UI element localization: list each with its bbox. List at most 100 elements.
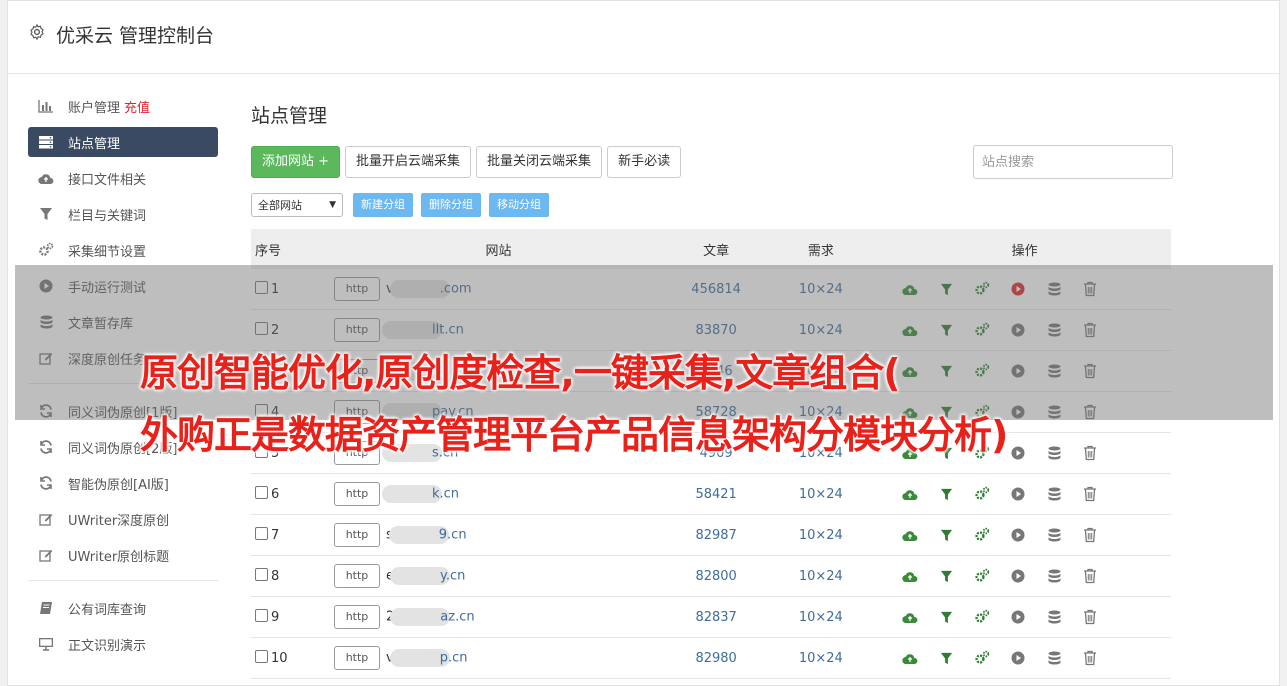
protocol-badge[interactable]: http bbox=[334, 523, 380, 547]
cloud-upload-icon[interactable] bbox=[902, 527, 918, 543]
cogs-icon[interactable] bbox=[974, 609, 990, 625]
demand-value[interactable]: 10×24 bbox=[763, 637, 879, 679]
header-ops: 操作 bbox=[878, 229, 1171, 269]
site-cell: http2az.cn bbox=[328, 596, 669, 638]
play-icon[interactable] bbox=[1010, 486, 1026, 502]
article-count[interactable]: 58421 bbox=[668, 473, 764, 515]
row-checkbox[interactable] bbox=[255, 527, 268, 540]
row-checkbox[interactable] bbox=[255, 650, 268, 663]
database-icon[interactable] bbox=[1046, 568, 1062, 584]
site-cell: http k.cn bbox=[328, 473, 669, 515]
batch-open-cloud-button[interactable]: 批量开启云端采集 bbox=[345, 146, 472, 178]
database-icon[interactable] bbox=[1046, 650, 1062, 666]
play-icon[interactable] bbox=[1010, 527, 1026, 543]
protocol-badge[interactable]: http bbox=[334, 646, 380, 670]
filter-icon[interactable] bbox=[938, 609, 954, 625]
trash-icon[interactable] bbox=[1082, 486, 1098, 502]
site-domain[interactable]: 9.cn bbox=[439, 528, 467, 543]
trash-icon[interactable] bbox=[1082, 527, 1098, 543]
demand-value[interactable]: 10×24 bbox=[763, 555, 879, 597]
cloud-upload-icon[interactable] bbox=[902, 568, 918, 584]
play-icon[interactable] bbox=[1010, 650, 1026, 666]
move-group-button[interactable]: 移动分组 bbox=[489, 193, 549, 217]
play-icon[interactable] bbox=[1010, 609, 1026, 625]
protocol-badge[interactable]: http bbox=[334, 482, 380, 506]
ops-cell bbox=[878, 473, 1171, 515]
trash-icon[interactable] bbox=[1082, 609, 1098, 625]
add-site-button[interactable]: 添加网站 + bbox=[251, 146, 341, 178]
sidebar-item-account[interactable]: 账户管理 充值 bbox=[28, 91, 218, 121]
row-checkbox[interactable] bbox=[255, 609, 268, 622]
play-icon[interactable] bbox=[1010, 568, 1026, 584]
sidebar-item-label: 公有词库查询 bbox=[68, 602, 147, 618]
filter-icon[interactable] bbox=[938, 527, 954, 543]
gear-icon[interactable] bbox=[28, 23, 46, 41]
demand-value[interactable]: 10×24 bbox=[763, 473, 879, 515]
table-row: 7 https9.cn8298710×24 bbox=[251, 514, 1171, 556]
trash-icon[interactable] bbox=[1082, 650, 1098, 666]
article-count[interactable]: 82987 bbox=[668, 514, 764, 556]
recharge-link[interactable]: 充值 bbox=[124, 97, 150, 116]
row-checkbox[interactable] bbox=[255, 486, 268, 499]
filter-icon[interactable] bbox=[938, 486, 954, 502]
sidebar-item-columns-keywords[interactable]: 栏目与关键词 bbox=[28, 199, 218, 229]
cogs-icon[interactable] bbox=[974, 527, 990, 543]
filter-icon[interactable] bbox=[938, 568, 954, 584]
article-count[interactable]: 82980 bbox=[668, 637, 764, 679]
sidebar-item-label: 正文识别演示 bbox=[68, 638, 147, 654]
sidebar-item-uwriter-deep[interactable]: UWriter深度原创 bbox=[28, 504, 218, 534]
site-domain[interactable]: k.cn bbox=[432, 487, 459, 502]
ops-cell bbox=[878, 555, 1171, 597]
beginner-guide-button[interactable]: 新手必读 bbox=[607, 146, 682, 178]
cloud-upload-icon[interactable] bbox=[902, 650, 918, 666]
article-count[interactable]: 82800 bbox=[668, 555, 764, 597]
top-bar: 优采云 管理控制台 bbox=[8, 1, 1279, 74]
bar-chart-icon bbox=[38, 98, 54, 114]
database-icon[interactable] bbox=[1046, 486, 1062, 502]
demand-value[interactable]: 10×24 bbox=[763, 514, 879, 556]
protocol-badge[interactable]: http bbox=[334, 564, 380, 588]
table-row: 6 http k.cn 58421 10×24 bbox=[251, 473, 1171, 515]
header-index: 序号 bbox=[251, 229, 328, 269]
sidebar-item-collect-settings[interactable]: 采集细节设置 bbox=[28, 235, 218, 265]
protocol-badge[interactable]: http bbox=[334, 605, 380, 629]
row-index: 7 bbox=[271, 528, 280, 543]
sidebar-item-label: UWriter深度原创 bbox=[68, 513, 170, 529]
sidebar-item-site-management[interactable]: 站点管理 bbox=[28, 127, 218, 157]
cogs-icon[interactable] bbox=[974, 486, 990, 502]
sidebar-item-ai-rewrite[interactable]: 智能伪原创[AI版] bbox=[28, 468, 218, 498]
server-icon bbox=[38, 134, 54, 150]
cogs-icon[interactable] bbox=[974, 568, 990, 584]
batch-close-cloud-button[interactable]: 批量关闭云端采集 bbox=[476, 146, 603, 178]
table-row: 8 httpey.cn8280010×24 bbox=[251, 555, 1171, 597]
monitor-icon bbox=[38, 636, 54, 652]
site-search-input[interactable] bbox=[973, 145, 1173, 179]
delete-group-button[interactable]: 删除分组 bbox=[421, 193, 481, 217]
new-group-button[interactable]: 新建分组 bbox=[353, 193, 413, 217]
filter-icon[interactable] bbox=[938, 650, 954, 666]
cloud-upload-icon[interactable] bbox=[902, 486, 918, 502]
database-icon[interactable] bbox=[1046, 609, 1062, 625]
row-index-cell: 9 bbox=[251, 596, 328, 638]
site-domain[interactable]: az.cn bbox=[440, 610, 474, 625]
promo-banner: 原创智能优化,原创度检查,一键采集,文章组合( 外购正是数据资产管理平台产品信息… bbox=[140, 342, 1190, 466]
site-domain[interactable]: p.cn bbox=[440, 651, 468, 666]
sidebar-item-label: UWriter原创标题 bbox=[68, 549, 170, 565]
ops-cell bbox=[878, 596, 1171, 638]
article-count[interactable]: 82837 bbox=[668, 596, 764, 638]
cloud-upload-icon[interactable] bbox=[902, 609, 918, 625]
site-domain[interactable]: y.cn bbox=[440, 569, 465, 584]
group-select[interactable]: 全部网站 ▼ bbox=[251, 193, 343, 217]
trash-icon[interactable] bbox=[1082, 568, 1098, 584]
row-checkbox[interactable] bbox=[255, 568, 268, 581]
sidebar-item-public-lexicon[interactable]: 公有词库查询 bbox=[28, 593, 218, 623]
sidebar-divider bbox=[28, 580, 218, 581]
database-icon[interactable] bbox=[1046, 527, 1062, 543]
sidebar-item-text-recognition[interactable]: 正文识别演示 bbox=[28, 629, 218, 659]
header-demand: 需求 bbox=[763, 229, 879, 269]
sidebar-item-interface-files[interactable]: 接口文件相关 bbox=[28, 163, 218, 193]
demand-value[interactable]: 10×24 bbox=[763, 596, 879, 638]
cogs-icon[interactable] bbox=[974, 650, 990, 666]
sidebar-item-label: 账户管理 bbox=[68, 100, 121, 116]
sidebar-item-uwriter-title[interactable]: UWriter原创标题 bbox=[28, 540, 218, 570]
